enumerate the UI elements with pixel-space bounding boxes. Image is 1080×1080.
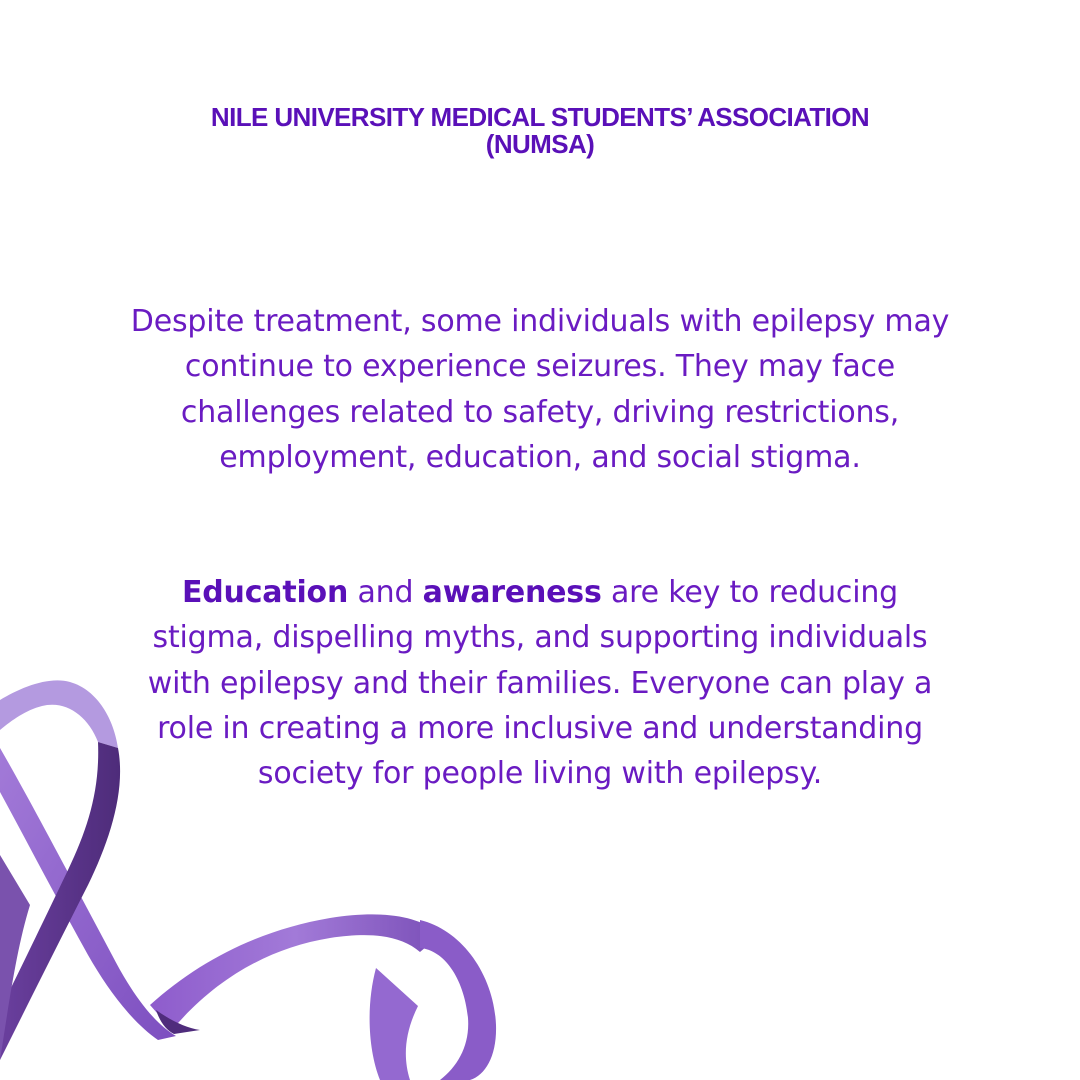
purple-awareness-ribbon-icon	[0, 680, 497, 1080]
awareness-post: NILE UNIVERSITY MEDICAL STUDENTS’ ASSOCI…	[0, 0, 1080, 1080]
